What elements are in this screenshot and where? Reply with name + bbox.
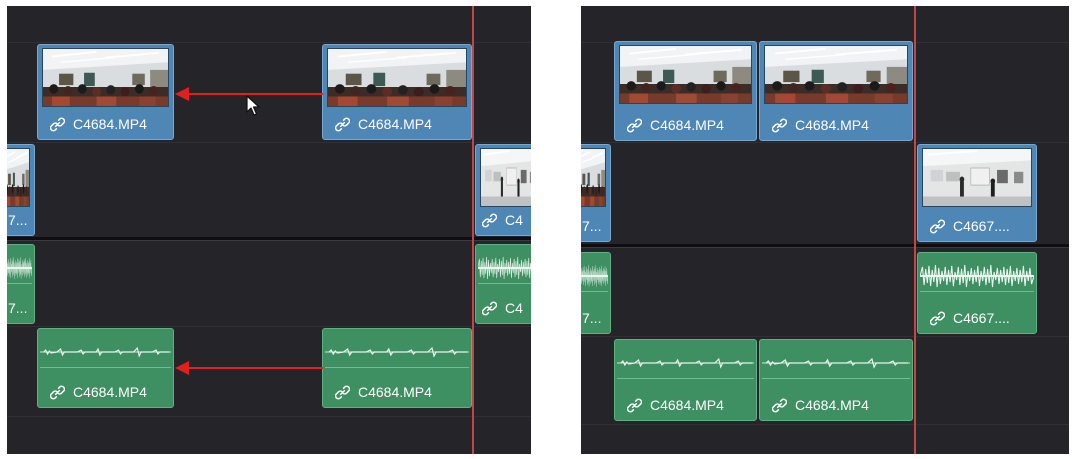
link-icon: [772, 118, 787, 133]
clip-label-row: C4684.MP4: [38, 109, 173, 139]
clip-name: C4667....: [953, 218, 1010, 234]
clip-thumbnail: [922, 148, 1032, 207]
video-clip-v2-first[interactable]: C4684.MP4: [614, 41, 757, 141]
clip-thumbnail: [480, 148, 531, 207]
audio-clip-a1-right[interactable]: C4: [475, 244, 531, 324]
clip-name: 7...: [8, 300, 28, 316]
clip-name: C4684.MP4: [795, 397, 869, 413]
clip-label-row: 7...: [581, 303, 610, 333]
clip-thumbnail: [764, 45, 908, 104]
clip-name: C4: [505, 300, 523, 316]
clip-name: C4684.MP4: [650, 117, 724, 133]
clip-name: C4: [505, 212, 523, 228]
link-icon: [50, 117, 65, 132]
clip-label-row: C4684.MP4: [615, 110, 756, 140]
audio-waveform: [478, 253, 531, 284]
clip-label-row: C4667....: [918, 303, 1036, 333]
clip-label-row: C4684.MP4: [615, 390, 756, 420]
clip-label-row: C4: [476, 293, 531, 323]
clip-label-row: 7...: [7, 293, 34, 323]
audio-waveform: [40, 337, 171, 368]
link-icon: [930, 219, 945, 234]
clip-label-row: C4667....: [918, 211, 1036, 241]
track-separator: [7, 416, 531, 417]
clip-name: C4684.MP4: [73, 116, 147, 132]
timeline-after: C4684.MP4 C4684.MP4 7... C4667.... 7...: [581, 6, 1069, 454]
track-separator: [581, 142, 1069, 143]
clip-label-row: C4684.MP4: [760, 110, 912, 140]
audio-clip-a2-second[interactable]: C4684.MP4: [759, 339, 913, 421]
clip-label-row: 7...: [7, 205, 34, 235]
link-icon: [50, 385, 65, 400]
audio-clip-a1-left[interactable]: 7...: [581, 252, 611, 334]
clip-label-row: C4: [476, 205, 531, 235]
clip-thumbnail: [327, 48, 467, 107]
clip-name: C4684.MP4: [358, 384, 432, 400]
link-icon: [335, 385, 350, 400]
video-clip-v1-right[interactable]: C4: [475, 144, 531, 236]
track-separator: [581, 424, 1069, 425]
video-clip-v2-left[interactable]: C4684.MP4: [37, 44, 174, 140]
clip-label-row: C4684.MP4: [760, 390, 912, 420]
audio-waveform: [617, 348, 754, 379]
clip-name: C4684.MP4: [795, 117, 869, 133]
clip-thumbnail: [42, 48, 169, 107]
link-icon: [772, 398, 787, 413]
clip-label-row: C4684.MP4: [323, 377, 471, 407]
audio-clip-a1-right[interactable]: C4667....: [917, 252, 1037, 334]
clip-name: C4667....: [953, 310, 1010, 326]
mouse-pointer-icon: [246, 95, 260, 116]
link-icon: [482, 301, 497, 316]
clip-thumbnail: [581, 148, 606, 207]
video-audio-divider: [581, 244, 1069, 248]
link-icon: [482, 213, 497, 228]
video-clip-v1-right[interactable]: C4667....: [917, 144, 1037, 242]
video-clip-v2-right[interactable]: C4684.MP4: [322, 44, 472, 140]
playhead[interactable]: [472, 6, 474, 454]
timeline-before: C4684.MP4 C4684.MP4 7... C4 7... C4 C468…: [7, 6, 531, 454]
audio-clip-a1-left[interactable]: 7...: [7, 244, 35, 324]
audio-clip-a2-left[interactable]: C4684.MP4: [37, 328, 174, 408]
link-icon: [335, 117, 350, 132]
audio-waveform: [920, 261, 1034, 292]
track-separator: [581, 336, 1069, 337]
clip-thumbnail: [7, 148, 30, 207]
audio-waveform: [762, 348, 910, 379]
clip-name: 7...: [8, 212, 28, 228]
clip-name: 7...: [582, 310, 602, 326]
audio-waveform: [581, 261, 608, 292]
clip-name: C4684.MP4: [358, 116, 432, 132]
clip-label-row: C4684.MP4: [323, 109, 471, 139]
video-audio-divider: [7, 237, 531, 241]
link-icon: [627, 398, 642, 413]
audio-clip-a2-right[interactable]: C4684.MP4: [322, 328, 472, 408]
clip-label-row: C4684.MP4: [38, 377, 173, 407]
video-clip-v2-second[interactable]: C4684.MP4: [759, 41, 913, 141]
video-clip-v1-left[interactable]: 7...: [7, 144, 35, 236]
audio-clip-a2-first[interactable]: C4684.MP4: [614, 339, 757, 421]
link-icon: [930, 311, 945, 326]
clip-label-row: 7...: [581, 211, 610, 241]
clip-name: C4684.MP4: [73, 384, 147, 400]
track-separator: [7, 326, 531, 327]
playhead[interactable]: [914, 6, 916, 454]
track-separator: [7, 142, 531, 143]
track-separator: [7, 42, 531, 43]
clip-name: C4684.MP4: [650, 397, 724, 413]
clip-name: 7...: [582, 218, 602, 234]
audio-waveform: [325, 337, 469, 368]
move-arrow-icon: [175, 361, 323, 375]
clip-thumbnail: [619, 45, 752, 104]
link-icon: [627, 118, 642, 133]
video-clip-v1-left[interactable]: 7...: [581, 144, 611, 242]
audio-waveform: [7, 253, 32, 284]
